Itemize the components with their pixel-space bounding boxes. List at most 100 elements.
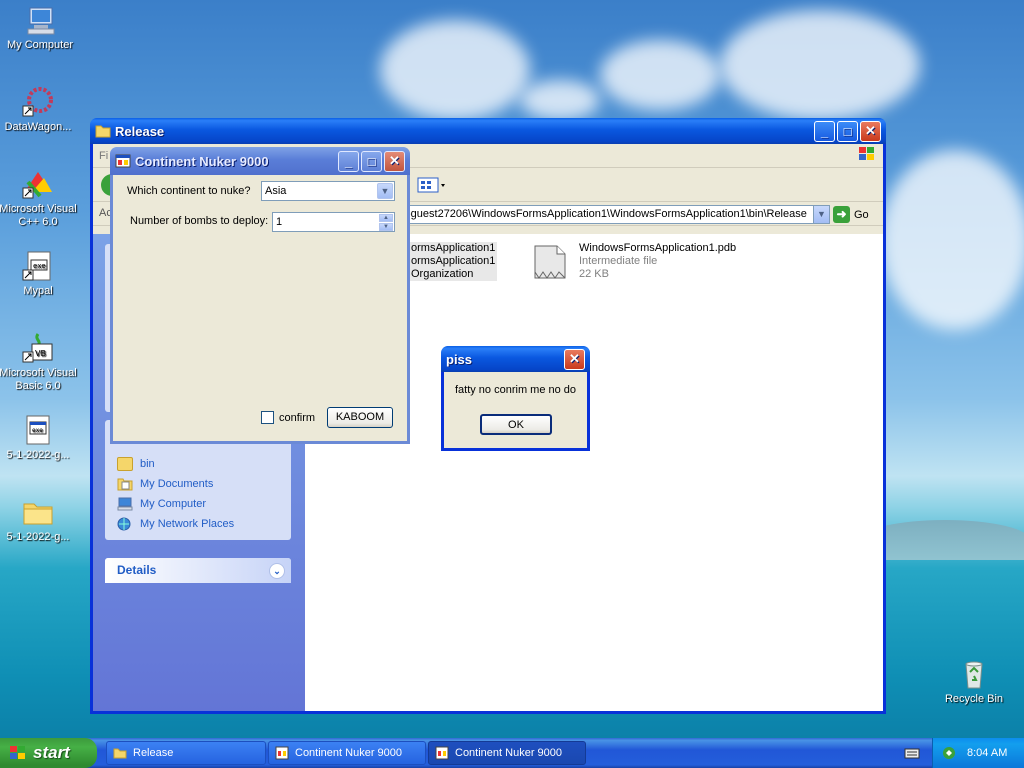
spin-down-icon[interactable]: ▼	[379, 223, 393, 231]
other-place-label: My Documents	[140, 478, 214, 490]
desktop-icon-label: 5-1-2022-g...	[6, 449, 70, 461]
message-box: piss ✕ fatty no conrim me no do OK	[441, 346, 590, 451]
desktop-icon-visual-cpp[interactable]: Microsoft Visual C++ 6.0	[0, 168, 78, 229]
bombs-numeric-up-down[interactable]: 1 ▲ ▼	[272, 212, 395, 232]
go-arrow-icon: ➜	[833, 206, 850, 223]
continent-value: Asia	[265, 185, 287, 197]
taskbar-item-label: Continent Nuker 9000	[295, 747, 403, 759]
file-line: ormsApplication1	[411, 255, 496, 267]
desktop-icon-label: 5-1-2022-g...	[6, 531, 70, 543]
close-button[interactable]: ✕	[384, 150, 405, 172]
network-tray-icon[interactable]	[941, 745, 957, 761]
app-window-icon	[275, 746, 289, 760]
generic-file-icon	[531, 242, 571, 282]
file-item-pdb[interactable]: WindowsFormsApplication1.pdb Intermediat…	[531, 242, 736, 282]
chevron-down-icon[interactable]: ▼	[377, 183, 393, 199]
nuker-titlebar[interactable]: Continent Nuker 9000 _ □ ✕	[110, 147, 410, 175]
desktop-icon-visual-basic[interactable]: VB Microsoft Visual Basic 6.0	[0, 332, 78, 393]
details-panel[interactable]: Details ⌄	[105, 558, 291, 583]
svg-text:exe: exe	[32, 427, 43, 434]
address-input[interactable]: -guest27206\WindowsFormsApplication1\Win…	[403, 205, 829, 224]
taskbar-item-label: Release	[133, 747, 174, 759]
continent-label: Which continent to nuke?	[127, 185, 251, 197]
close-button[interactable]: ✕	[860, 120, 881, 142]
desktop-icon-label: Recycle Bin	[944, 693, 1004, 705]
mypal-icon: exe	[22, 250, 54, 282]
desktop-icon-label: Microsoft Visual C++ 6.0	[0, 203, 77, 228]
minimize-button[interactable]: _	[338, 150, 359, 172]
file-item[interactable]: ormsApplication1 ormsApplication1 Organi…	[409, 242, 498, 281]
close-icon: ✕	[569, 351, 580, 366]
file-line: ormsApplication1	[411, 242, 496, 254]
maximize-button[interactable]: □	[837, 120, 858, 142]
ok-button[interactable]: OK	[480, 414, 552, 435]
executable-file-icon: exe	[22, 414, 54, 446]
explorer-titlebar[interactable]: Release _ □ ✕	[90, 118, 886, 144]
desktop-icon-datawagon[interactable]: DataWagon...	[0, 86, 78, 134]
visual-cpp-icon	[22, 168, 54, 200]
other-place-bin[interactable]: bin	[105, 454, 291, 474]
details-header[interactable]: Details ⌄	[105, 558, 291, 583]
desktop-icon-recycle-bin[interactable]: Recycle Bin	[934, 658, 1014, 706]
minimize-button[interactable]: _	[814, 120, 835, 142]
folder-icon	[117, 457, 133, 471]
app-window-icon	[435, 746, 449, 760]
maximize-button[interactable]: □	[361, 150, 382, 172]
go-button[interactable]: ➜ Go	[833, 206, 869, 223]
close-icon: ✕	[389, 153, 400, 168]
close-button[interactable]: ✕	[564, 348, 585, 370]
desktop-icon-folder[interactable]: 5-1-2022-g...	[0, 496, 78, 544]
desktop-icon-exe-file[interactable]: exe 5-1-2022-g...	[0, 414, 78, 462]
confirm-checkbox[interactable]	[261, 411, 274, 424]
file-name: WindowsFormsApplication1.pdb	[579, 242, 737, 254]
window-title: Release	[115, 123, 165, 139]
desktop-icon-label: Mypal	[23, 285, 53, 297]
close-icon: ✕	[865, 123, 876, 138]
continent-select[interactable]: Asia ▼	[261, 181, 395, 201]
file-line: Organization	[411, 268, 474, 280]
desktop-icon-mypal[interactable]: exe Mypal	[0, 250, 78, 298]
file-size: 22 KB	[579, 268, 609, 280]
folder-icon	[95, 123, 111, 139]
taskbar-item-nuker-1[interactable]: Continent Nuker 9000	[268, 741, 426, 765]
visual-basic-icon: VB	[22, 332, 54, 364]
folder-icon	[113, 746, 127, 760]
taskbar-item-label: Continent Nuker 9000	[455, 747, 563, 759]
views-icon[interactable]	[417, 175, 445, 195]
continent-nuker-window: Continent Nuker 9000 _ □ ✕ Which contine…	[110, 147, 410, 444]
recycle-bin-icon	[958, 658, 990, 690]
minimize-icon: _	[344, 153, 353, 169]
svg-text:VB: VB	[35, 349, 46, 358]
windows-flag-icon	[8, 744, 28, 762]
taskbar-item-release[interactable]: Release	[106, 741, 266, 765]
clock[interactable]: 8:04 AM	[967, 747, 1007, 759]
keyboard-icon[interactable]	[904, 746, 920, 760]
maximize-icon: □	[843, 123, 852, 139]
desktop-icon-label: DataWagon...	[4, 121, 72, 133]
menu-file[interactable]: Fi	[99, 150, 108, 162]
msgbox-message: fatty no conrim me no do	[454, 384, 577, 396]
msgbox-titlebar[interactable]: piss ✕	[441, 346, 590, 372]
minimize-icon: _	[820, 123, 829, 139]
folder-icon	[22, 496, 54, 528]
kaboom-button[interactable]: KABOOM	[327, 407, 393, 428]
my-computer-icon	[117, 497, 133, 511]
chevron-down-icon[interactable]: ⌄	[269, 563, 285, 579]
start-button[interactable]: start	[0, 738, 97, 768]
address-dropdown-button[interactable]: ▼	[813, 205, 830, 224]
other-place-label: bin	[140, 458, 155, 470]
app-window-icon	[115, 153, 131, 169]
file-type: Intermediate file	[579, 255, 658, 267]
other-place-my-documents[interactable]: My Documents	[105, 474, 291, 494]
spin-up-icon[interactable]: ▲	[379, 214, 393, 222]
desktop-icon-my-computer[interactable]: My Computer	[0, 4, 80, 52]
my-computer-icon	[24, 4, 56, 36]
start-label: start	[33, 743, 70, 762]
other-place-network[interactable]: My Network Places	[105, 514, 291, 534]
other-place-my-computer[interactable]: My Computer	[105, 494, 291, 514]
svg-text:exe: exe	[33, 262, 46, 270]
taskbar: start Release Continent Nuker 9000 Conti…	[0, 738, 1024, 768]
confirm-label: confirm	[279, 412, 316, 424]
system-tray: 8:04 AM	[932, 738, 1024, 768]
taskbar-item-nuker-2[interactable]: Continent Nuker 9000	[428, 741, 586, 765]
